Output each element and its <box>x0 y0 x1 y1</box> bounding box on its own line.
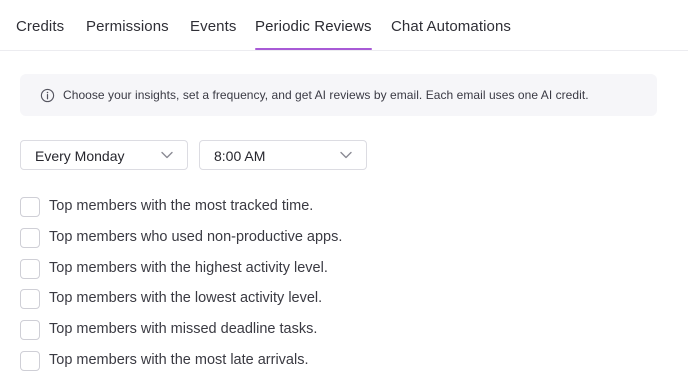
tab-permissions[interactable]: Permissions <box>86 18 169 35</box>
option-lowest-activity: Top members with the lowest activity lev… <box>20 289 440 309</box>
option-non-productive-apps: Top members who used non-productive apps… <box>20 228 440 248</box>
tab-credits[interactable]: Credits <box>16 18 64 35</box>
active-tab-indicator <box>255 48 372 50</box>
option-most-tracked-time: Top members with the most tracked time. <box>20 197 440 217</box>
option-label: Top members with missed deadline tasks. <box>49 321 318 337</box>
option-checkbox[interactable] <box>20 259 40 279</box>
option-checkbox[interactable] <box>20 197 40 217</box>
time-value: 8:00 AM <box>214 148 266 164</box>
option-checkbox[interactable] <box>20 289 40 309</box>
frequency-value: Every Monday <box>35 148 125 164</box>
option-late-arrivals: Top members with the most late arrivals. <box>20 351 440 371</box>
time-select[interactable]: 8:00 AM <box>199 140 367 170</box>
chevron-down-icon <box>340 151 352 159</box>
option-checkbox[interactable] <box>20 351 40 371</box>
option-label: Top members with the highest activity le… <box>49 260 328 276</box>
option-label: Top members with the most late arrivals. <box>49 352 309 368</box>
info-icon <box>40 88 55 103</box>
tab-periodic-reviews[interactable]: Periodic Reviews <box>255 18 372 35</box>
option-checkbox[interactable] <box>20 320 40 340</box>
option-label: Top members with the most tracked time. <box>49 198 314 214</box>
tab-chat-automations[interactable]: Chat Automations <box>391 18 511 35</box>
frequency-select[interactable]: Every Monday <box>20 140 188 170</box>
option-label: Top members who used non-productive apps… <box>49 229 343 245</box>
tab-events[interactable]: Events <box>190 18 236 35</box>
option-missed-deadlines: Top members with missed deadline tasks. <box>20 320 440 340</box>
option-highest-activity: Top members with the highest activity le… <box>20 259 440 279</box>
option-label: Top members with the lowest activity lev… <box>49 290 323 306</box>
chevron-down-icon <box>161 151 173 159</box>
option-checkbox[interactable] <box>20 228 40 248</box>
info-text: Choose your insights, set a frequency, a… <box>63 88 589 102</box>
tab-bar: Credits Permissions Events Periodic Revi… <box>0 0 688 51</box>
info-banner: Choose your insights, set a frequency, a… <box>20 74 657 116</box>
